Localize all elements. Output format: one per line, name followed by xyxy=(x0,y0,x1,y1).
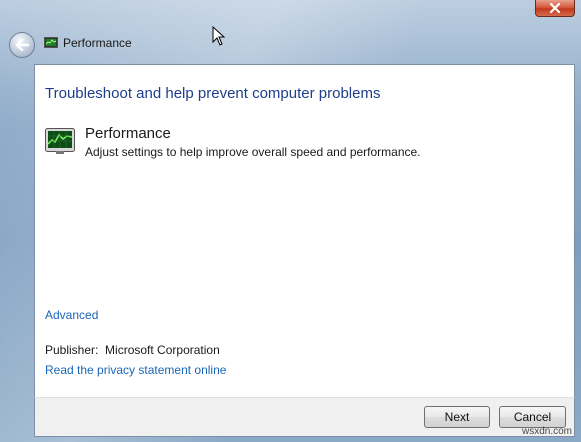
performance-monitor-icon xyxy=(45,128,75,154)
mouse-cursor-icon xyxy=(212,26,226,46)
privacy-statement-link[interactable]: Read the privacy statement online xyxy=(45,363,226,377)
performance-monitor-icon xyxy=(44,37,58,48)
advanced-link[interactable]: Advanced xyxy=(45,308,98,322)
close-button[interactable] xyxy=(535,0,575,17)
troubleshooter-title: Performance xyxy=(85,125,171,142)
publisher-info: Publisher: Microsoft Corporation xyxy=(45,343,220,357)
back-arrow-icon xyxy=(15,39,29,51)
publisher-value: Microsoft Corporation xyxy=(105,343,220,357)
page-heading: Troubleshoot and help prevent computer p… xyxy=(45,85,381,102)
close-icon xyxy=(549,3,561,13)
publisher-label: Publisher: xyxy=(45,343,99,357)
content-panel: Troubleshoot and help prevent computer p… xyxy=(34,64,575,398)
dialog-footer: Next Cancel xyxy=(34,397,575,437)
window-title: Performance xyxy=(63,36,132,50)
cancel-button[interactable]: Cancel xyxy=(499,406,566,428)
watermark: wsxdn.com xyxy=(522,426,573,437)
next-button[interactable]: Next xyxy=(424,406,490,428)
back-button[interactable] xyxy=(9,32,35,58)
troubleshooter-description: Adjust settings to help improve overall … xyxy=(85,145,421,159)
